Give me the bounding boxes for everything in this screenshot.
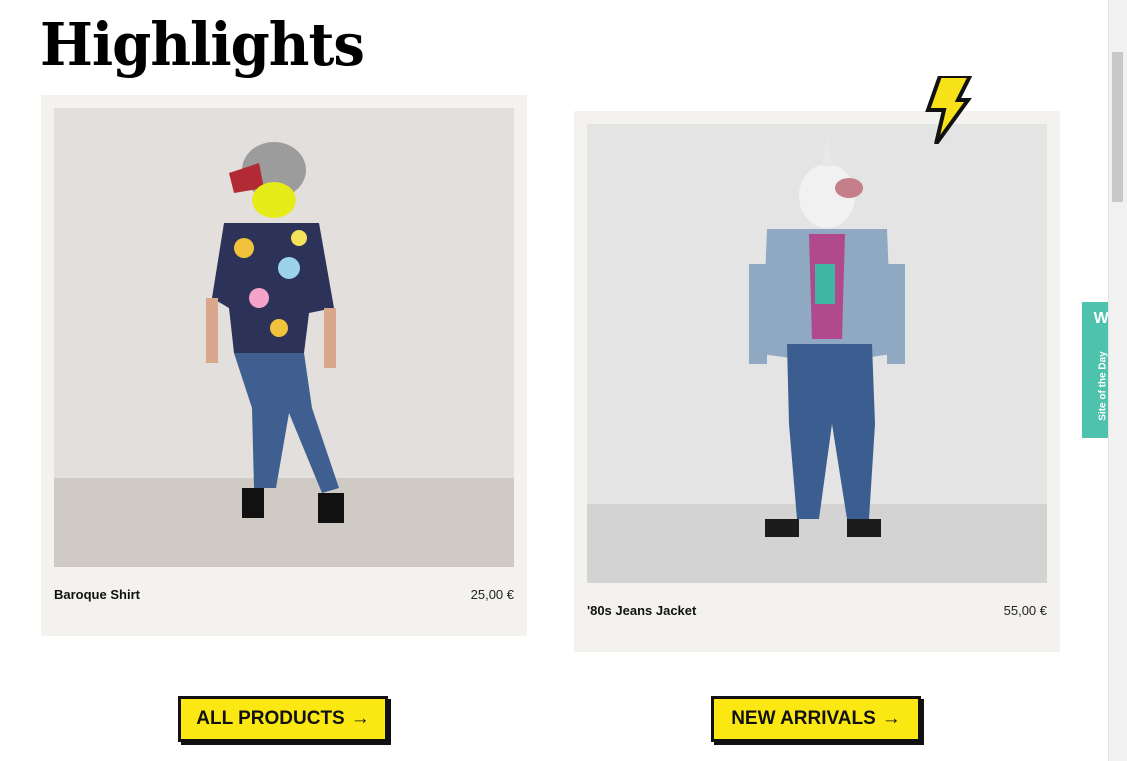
- arrow-right-icon: →: [350, 708, 370, 729]
- new-arrivals-button[interactable]: NEW ARRIVALS →: [711, 696, 921, 742]
- product-image-jeans-jacket[interactable]: [587, 124, 1047, 583]
- lightning-bolt-icon: [925, 76, 973, 144]
- arrow-right-icon: →: [881, 708, 901, 729]
- all-products-button[interactable]: ALL PRODUCTS →: [178, 696, 388, 742]
- product-card-jeans-jacket[interactable]: '80s Jeans Jacket 55,00 €: [574, 111, 1060, 652]
- product-price: 25,00 €: [470, 587, 514, 602]
- product-image-baroque-shirt[interactable]: [54, 108, 514, 567]
- product-price: 55,00 €: [1003, 603, 1047, 618]
- product-name[interactable]: '80s Jeans Jacket: [587, 603, 696, 618]
- scrollbar-thumb[interactable]: [1112, 52, 1123, 202]
- section-title: Highlights: [40, 10, 365, 80]
- all-products-label: ALL PRODUCTS: [196, 708, 345, 729]
- product-card-baroque-shirt[interactable]: Baroque Shirt 25,00 €: [41, 95, 527, 636]
- product-name[interactable]: Baroque Shirt: [54, 587, 140, 602]
- badge-text: Site of the Day: [1097, 351, 1109, 421]
- new-arrivals-label: NEW ARRIVALS: [731, 708, 876, 729]
- vertical-scrollbar[interactable]: [1108, 0, 1127, 761]
